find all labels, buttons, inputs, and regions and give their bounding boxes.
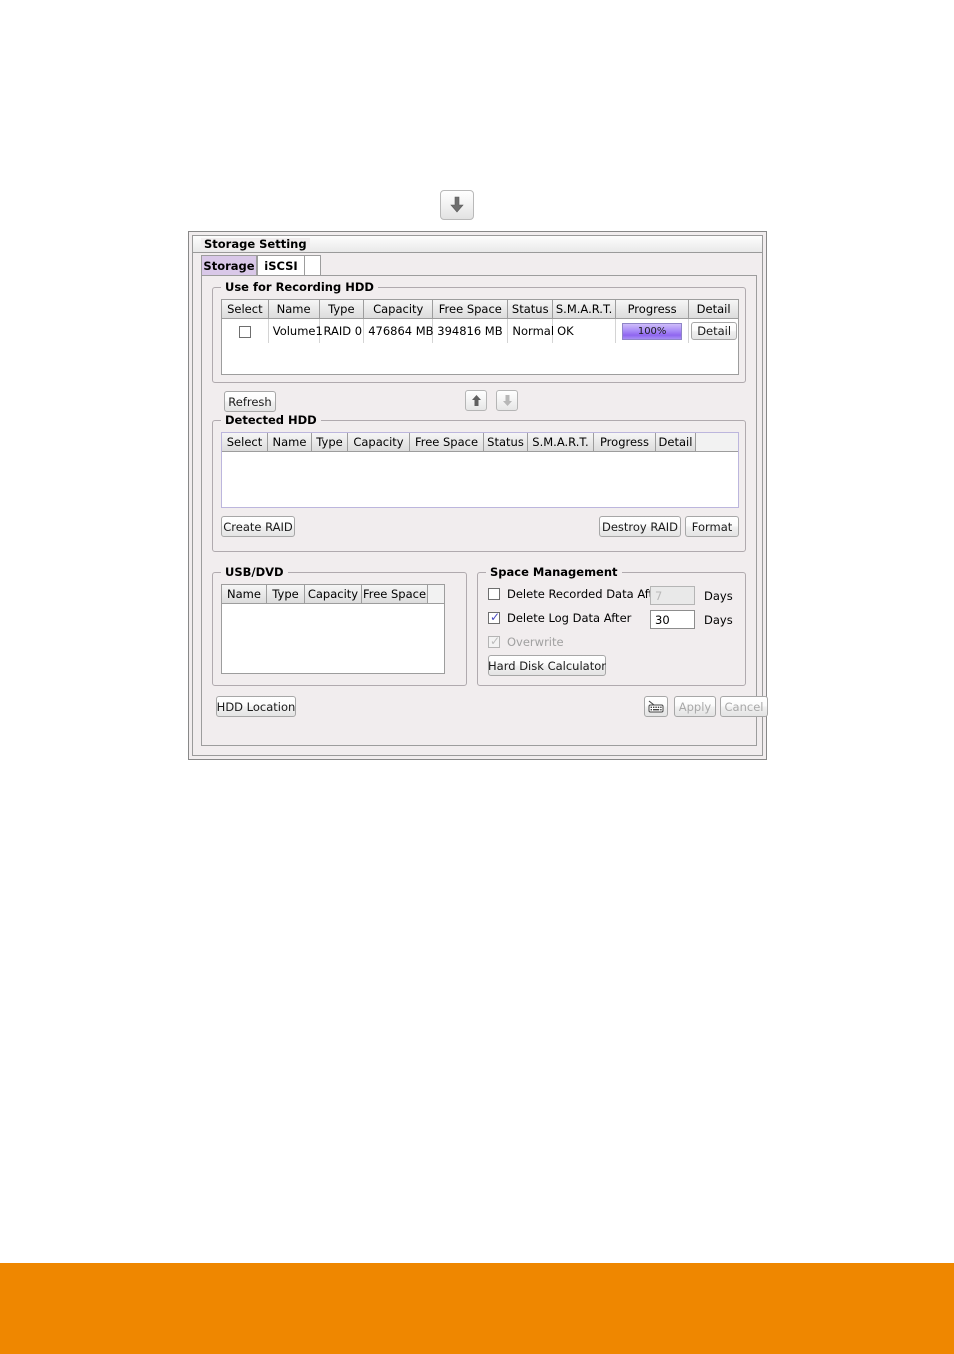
delete-log-data-checkbox[interactable]: ✓ [488, 611, 500, 624]
footer-color-band [0, 1263, 954, 1354]
recording-hdd-table: Select Name Type Capacity Free Space Sta… [222, 300, 738, 343]
recording-hdd-grid: Select Name Type Capacity Free Space Sta… [221, 299, 739, 375]
col-type[interactable]: Type [267, 585, 305, 604]
virtual-keyboard-button[interactable] [644, 696, 668, 717]
row-select-checkbox[interactable] [238, 325, 251, 338]
col-progress[interactable]: Progress [616, 300, 690, 319]
col-select[interactable]: Select [222, 300, 269, 319]
tabstrip-filler [305, 255, 321, 276]
delete-log-data-days-input[interactable]: 30 [650, 610, 695, 629]
cancel-button[interactable]: Cancel [720, 696, 768, 717]
col-select[interactable]: Select [222, 433, 268, 452]
group-space-management: Space Management Delete Recorded Data Af… [477, 566, 746, 686]
detail-button[interactable]: Detail [691, 322, 738, 340]
delete-recorded-data-checkbox[interactable] [488, 588, 500, 600]
progress-bar: 100% [622, 322, 683, 340]
detected-hdd-header-row: Select Name Type Capacity Free Space Sta… [222, 433, 738, 452]
col-filler [428, 585, 444, 604]
row-progress-cell: 100% [616, 319, 690, 343]
col-free-space[interactable]: Free Space [433, 300, 509, 319]
hdd-location-button[interactable]: HDD Location [216, 696, 296, 717]
col-filler [696, 433, 738, 452]
delete-recorded-data-label: Delete Recorded Data After [507, 587, 665, 601]
group-title-space-management: Space Management [486, 566, 622, 578]
move-down-button[interactable] [496, 390, 518, 411]
col-capacity[interactable]: Capacity [348, 433, 410, 452]
group-use-for-recording-hdd: Use for Recording HDD Select Name Type C… [212, 281, 746, 383]
col-capacity[interactable]: Capacity [305, 585, 362, 604]
row-status: Normal [508, 319, 554, 343]
delete-log-data-row[interactable]: ✓ Delete Log Data After [488, 611, 631, 625]
row-type: RAID 0 [319, 319, 365, 343]
delete-recorded-data-unit: Days [704, 589, 733, 603]
group-title-recording-hdd: Use for Recording HDD [221, 281, 378, 293]
usb-dvd-grid: Name Type Capacity Free Space [221, 584, 445, 674]
group-title-detected-hdd: Detected HDD [221, 414, 321, 426]
group-title-usb-dvd: USB/DVD [221, 566, 288, 578]
group-detected-hdd: Detected HDD Select Name Type Capacity F… [212, 414, 746, 552]
row-free-space: 394816 MB [433, 319, 509, 343]
usb-dvd-table: Name Type Capacity Free Space [222, 585, 444, 604]
group-usb-dvd: USB/DVD Name Type Capacity Free Space [212, 566, 467, 686]
create-raid-button[interactable]: Create RAID [221, 516, 295, 537]
keyboard-icon [648, 700, 664, 713]
col-free-space[interactable]: Free Space [410, 433, 484, 452]
overwrite-row[interactable]: ✓ Overwrite [488, 635, 564, 649]
col-smart[interactable]: S.M.A.R.T. [528, 433, 594, 452]
row-name: Volume1 [268, 319, 323, 343]
dialog-inner-frame: Storage Setting Storage iSCSI Use for Re… [192, 235, 768, 756]
destroy-raid-button[interactable]: Destroy RAID [599, 516, 681, 537]
move-up-button[interactable] [465, 390, 487, 411]
col-detail[interactable]: Detail [689, 300, 738, 319]
tabstrip: Storage iSCSI [201, 255, 757, 277]
delete-recorded-data-days-input[interactable]: 7 [650, 586, 695, 605]
table-row[interactable]: Volume1 RAID 0 476864 MB 394816 MB Norma… [222, 319, 738, 343]
overwrite-checkbox[interactable]: ✓ [488, 635, 500, 648]
col-status[interactable]: Status [508, 300, 554, 319]
tab-iscsi[interactable]: iSCSI [257, 255, 305, 276]
arrow-down-icon [502, 395, 512, 406]
usb-dvd-header-row: Name Type Capacity Free Space [222, 585, 444, 604]
download-arrow-badge[interactable] [440, 190, 474, 220]
row-capacity: 476864 MB [364, 319, 434, 343]
delete-log-data-label: Delete Log Data After [507, 611, 632, 625]
apply-button[interactable]: Apply [674, 696, 716, 717]
tab-storage[interactable]: Storage [201, 255, 257, 276]
recording-hdd-header-row: Select Name Type Capacity Free Space Sta… [222, 300, 738, 319]
row-smart: OK [553, 319, 617, 343]
col-progress[interactable]: Progress [594, 433, 656, 452]
col-status[interactable]: Status [484, 433, 528, 452]
tab-panel-storage: Use for Recording HDD Select Name Type C… [201, 275, 768, 746]
delete-recorded-data-row[interactable]: Delete Recorded Data After [488, 587, 665, 601]
row-select-cell[interactable] [222, 319, 269, 343]
format-button[interactable]: Format [685, 516, 739, 537]
storage-setting-dialog: Storage Setting Storage iSCSI Use for Re… [188, 231, 768, 760]
col-name[interactable]: Name [268, 433, 312, 452]
row-detail-cell: Detail [689, 319, 738, 343]
detected-hdd-table: Select Name Type Capacity Free Space Sta… [222, 433, 738, 452]
col-detail[interactable]: Detail [656, 433, 696, 452]
refresh-button[interactable]: Refresh [224, 391, 276, 412]
col-type[interactable]: Type [319, 300, 365, 319]
arrow-down-icon [450, 196, 464, 213]
detected-hdd-grid: Select Name Type Capacity Free Space Sta… [221, 432, 739, 508]
overwrite-label: Overwrite [507, 635, 564, 649]
page-title: Storage Setting [201, 238, 310, 250]
hard-disk-calculator-button[interactable]: Hard Disk Calculator [488, 655, 606, 676]
col-name[interactable]: Name [268, 300, 320, 319]
col-smart[interactable]: S.M.A.R.T. [553, 300, 617, 319]
col-type[interactable]: Type [312, 433, 348, 452]
col-free-space[interactable]: Free Space [362, 585, 428, 604]
arrow-up-icon [471, 395, 481, 406]
col-name[interactable]: Name [222, 585, 267, 604]
col-capacity[interactable]: Capacity [364, 300, 434, 319]
delete-log-data-unit: Days [704, 613, 733, 627]
